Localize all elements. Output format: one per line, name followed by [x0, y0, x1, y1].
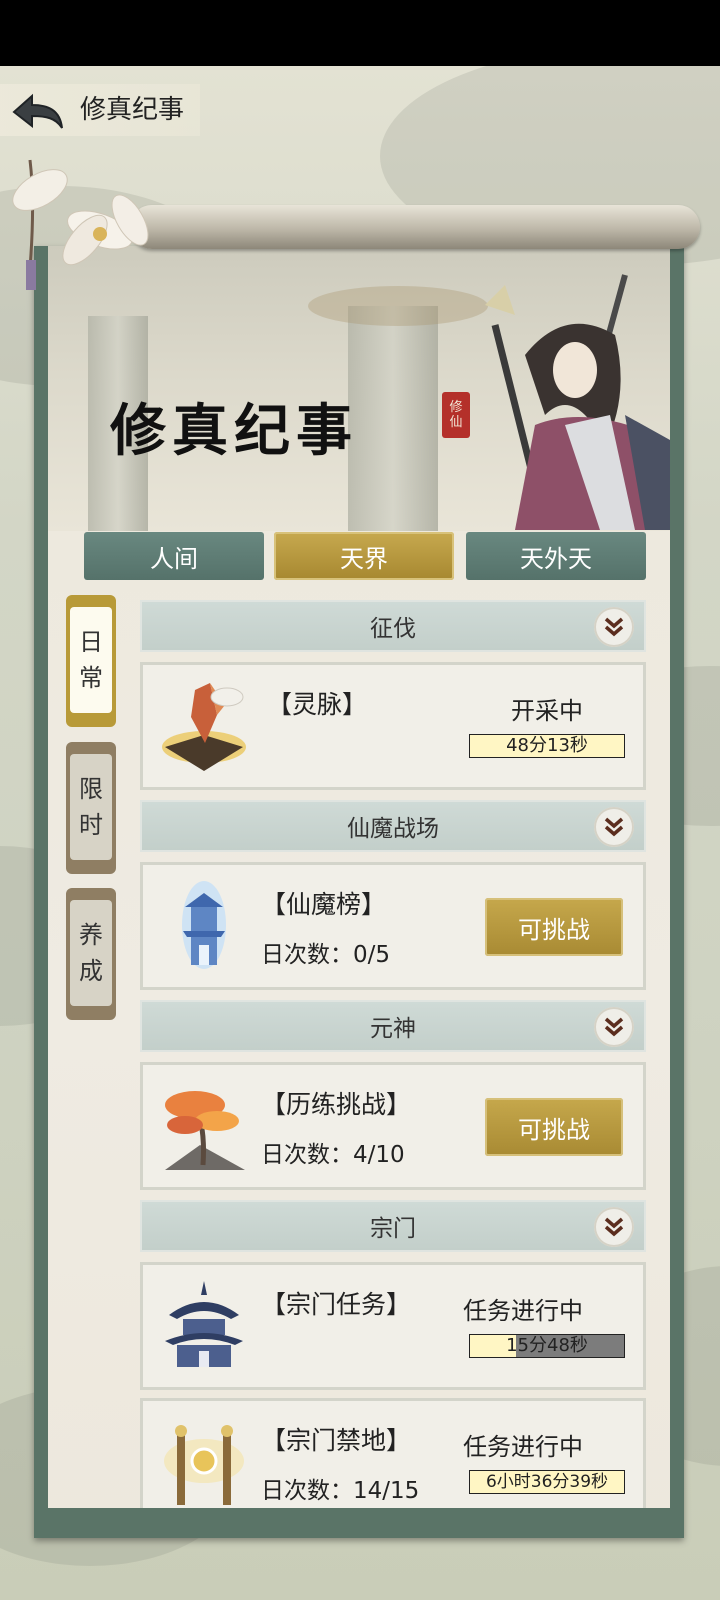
chevron-down-icon[interactable]	[594, 807, 634, 847]
card-name: 【灵脉】	[267, 690, 368, 719]
immortal-tower-icon	[182, 881, 226, 969]
side-tab-char: 日	[79, 628, 103, 656]
card-status: 任务进行中	[463, 1297, 583, 1325]
forbidden-gate-icon	[164, 1425, 244, 1505]
spirit-crystal-icon	[162, 683, 246, 771]
card-status: 任务进行中	[463, 1433, 583, 1461]
card-name: 【宗门禁地】	[261, 1426, 412, 1455]
card-name: 【历练挑战】	[261, 1090, 412, 1119]
tab-label: 人间	[150, 544, 198, 573]
card-lilian[interactable]: 【历练挑战】 日次数：4/10 可挑战	[140, 1062, 646, 1190]
progress-bar: 15分48秒	[469, 1334, 625, 1358]
status-bar	[0, 0, 720, 66]
timer-text: 6小时36分39秒	[485, 1472, 609, 1492]
header-title: 修真纪事	[80, 95, 185, 125]
card-name: 【仙魔榜】	[261, 890, 387, 919]
back-button[interactable]	[10, 92, 64, 132]
section-header-zhengfa[interactable]: 征伐	[140, 600, 646, 652]
timer-text: 15分48秒	[506, 1335, 588, 1356]
tab-tianwaitian[interactable]: 天外天	[466, 532, 646, 580]
daily-count: 日次数：14/15	[261, 1478, 420, 1504]
side-tab-daily[interactable]: 日 常	[66, 595, 116, 727]
tab-label: 天外天	[520, 544, 592, 573]
swordsman-character-icon	[485, 274, 670, 530]
magnolia-flower-icon	[12, 159, 149, 290]
side-tab-char: 时	[79, 811, 103, 839]
autumn-tree-icon	[165, 1091, 245, 1170]
card-zongmen-jindi[interactable]: 【宗门禁地】 日次数：14/15 任务进行中 6小时36分39秒	[140, 1398, 646, 1508]
daily-count: 日次数：0/5	[261, 942, 391, 968]
side-tab-char: 限	[79, 775, 103, 803]
banner-title: 修真纪事	[110, 398, 358, 464]
sect-pavilion-icon	[165, 1281, 243, 1367]
section-title: 宗门	[370, 1216, 416, 1242]
back-arrow-icon	[12, 93, 63, 129]
progress-bar: 6小时36分39秒	[469, 1470, 625, 1494]
section-header-yuanshen[interactable]: 元神	[140, 1000, 646, 1052]
tab-renjian[interactable]: 人间	[84, 532, 264, 580]
section-header-xianmo[interactable]: 仙魔战场	[140, 800, 646, 852]
scroll-frame-bottom	[34, 1508, 684, 1538]
challenge-button[interactable]: 可挑战	[485, 898, 623, 956]
section-title: 仙魔战场	[347, 816, 439, 842]
card-status: 开采中	[511, 697, 583, 725]
tab-tianjie[interactable]: 天界	[274, 532, 454, 580]
challenge-button[interactable]: 可挑战	[485, 1098, 623, 1156]
card-lingmai[interactable]: 【灵脉】 开采中 48分13秒	[140, 662, 646, 790]
tab-label: 天界	[340, 544, 388, 573]
timer-text: 48分13秒	[506, 735, 588, 756]
chevron-down-icon[interactable]	[594, 1007, 634, 1047]
side-tab-char: 成	[79, 957, 103, 985]
daily-count: 日次数：4/10	[261, 1142, 405, 1168]
side-tab-char: 养	[79, 921, 103, 949]
card-name: 【宗门任务】	[261, 1290, 412, 1319]
section-title: 元神	[370, 1016, 416, 1042]
card-xianmobang[interactable]: 【仙魔榜】 日次数：0/5 可挑战	[140, 862, 646, 990]
side-tab-cultivate[interactable]: 养 成	[66, 888, 116, 1020]
side-tab-limited[interactable]: 限 时	[66, 742, 116, 874]
chevron-down-icon[interactable]	[594, 1207, 634, 1247]
side-tab-char: 常	[79, 664, 103, 692]
section-header-zongmen[interactable]: 宗门	[140, 1200, 646, 1252]
realm-tabs: 人间 天界 天外天	[84, 532, 648, 580]
section-title: 征伐	[370, 616, 416, 642]
scroll-rod	[130, 205, 700, 249]
progress-bar: 48分13秒	[469, 734, 625, 758]
chevron-down-icon[interactable]	[594, 607, 634, 647]
card-zongmen-task[interactable]: 【宗门任务】 任务进行中 15分48秒	[140, 1262, 646, 1390]
